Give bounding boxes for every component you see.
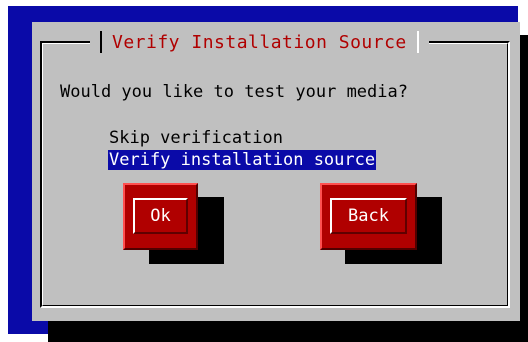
- console-background: Verify Installation Source Would you lik…: [8, 6, 528, 342]
- option-verify-installation-source[interactable]: Verify installation source: [108, 150, 377, 170]
- dialog-title-container: Verify Installation Source: [90, 28, 429, 56]
- back-button[interactable]: Back: [320, 183, 417, 250]
- ok-button[interactable]: Ok: [123, 183, 198, 250]
- verify-dialog: Verify Installation Source Would you lik…: [32, 22, 520, 321]
- back-button-label: Back: [330, 198, 407, 234]
- option-skip-verification[interactable]: Skip verification: [108, 128, 284, 148]
- ok-button-label: Ok: [133, 198, 188, 234]
- question-text: Would you like to test your media?: [60, 82, 408, 102]
- dialog-title: Verify Installation Source: [112, 31, 407, 53]
- title-right-bar: [416, 31, 419, 53]
